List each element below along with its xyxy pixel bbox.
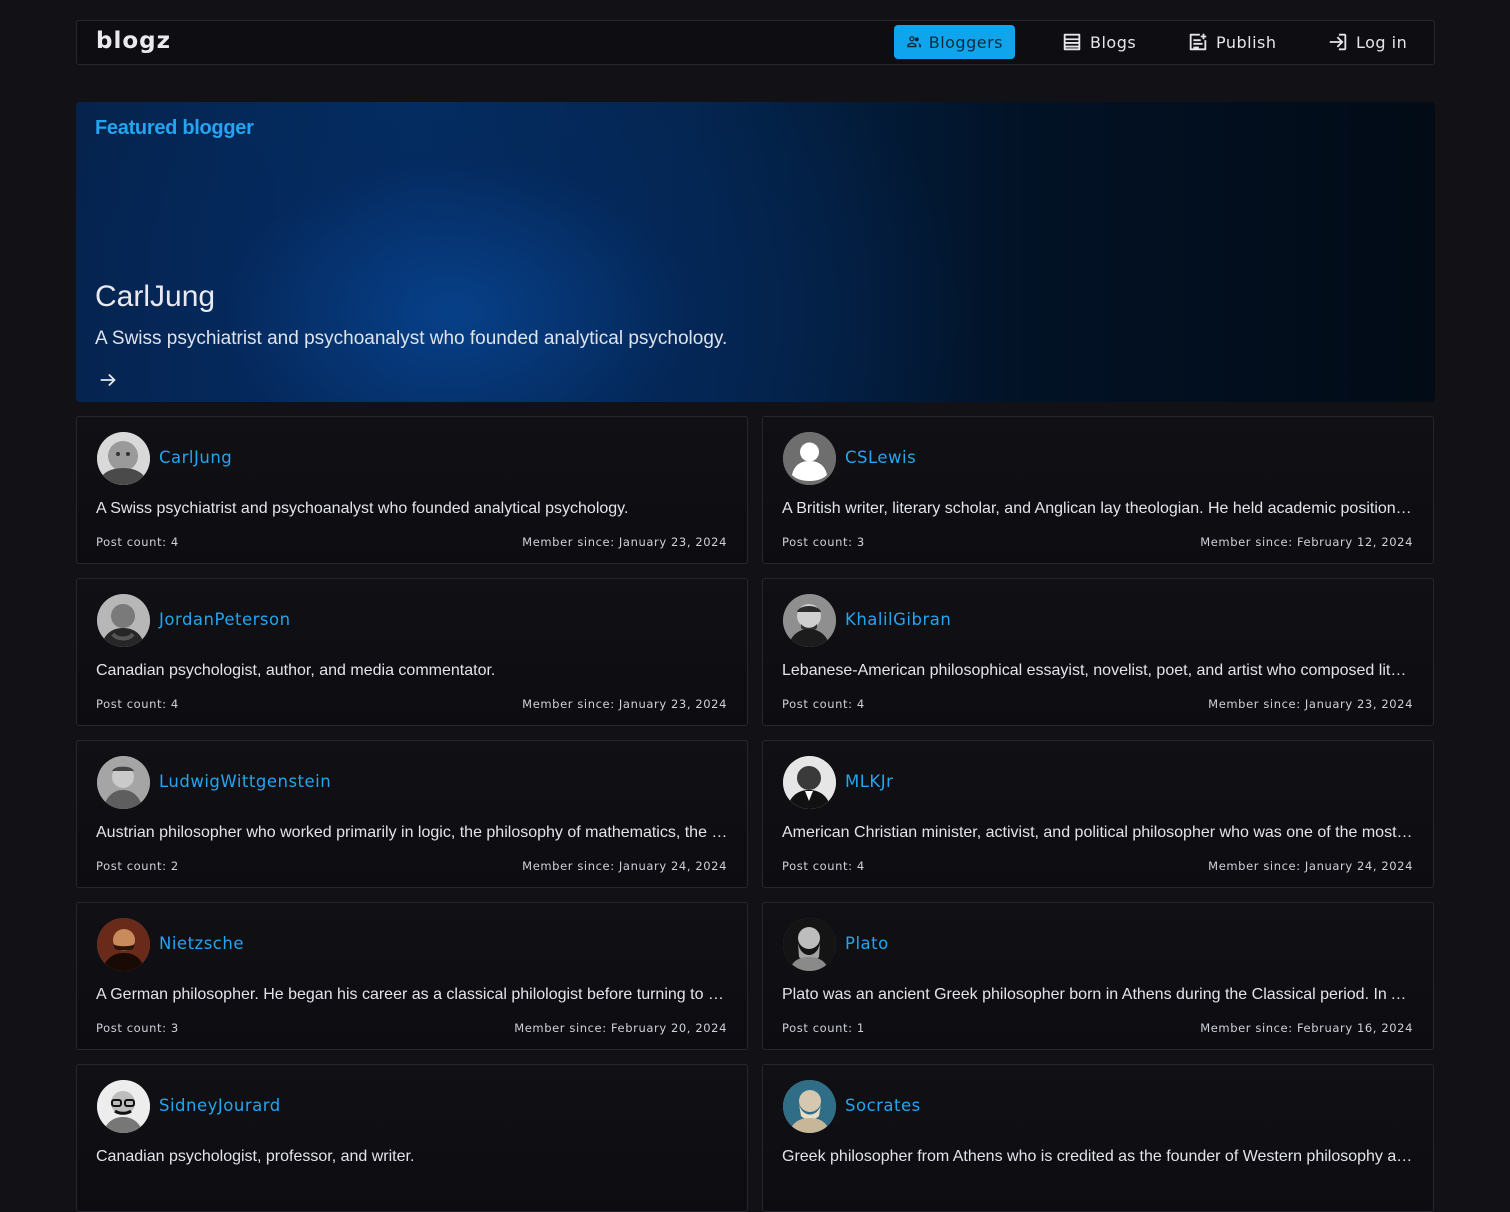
post-count: Post count: 3 [96, 1021, 179, 1035]
blogger-card[interactable]: CSLewis A British writer, literary schola… [762, 416, 1434, 564]
blogger-description: Canadian psychologist, author, and media… [96, 662, 496, 679]
nav-publish[interactable]: Publish [1175, 25, 1289, 59]
blogger-description: Canadian psychologist, professor, and wr… [96, 1148, 415, 1165]
blogger-description: American Christian minister, activist, a… [782, 824, 1414, 841]
avatar[interactable] [97, 918, 150, 971]
member-since: Member since: January 23, 2024 [522, 535, 727, 549]
avatar[interactable] [783, 918, 836, 971]
navbar: blogz Bloggers Blogs Publish Log in [76, 20, 1435, 65]
post-count: Post count: 3 [782, 535, 865, 549]
blogger-card[interactable]: Plato Plato was an ancient Greek philosop… [762, 902, 1434, 1050]
featured-label: Featured blogger [95, 117, 254, 139]
blogger-name[interactable]: SidneyJourard [159, 1096, 281, 1115]
blogger-card[interactable]: SidneyJourard Canadian psychologist, prof… [76, 1064, 748, 1212]
blogger-meta: Post count: 4 Member since: January 23, 2… [96, 535, 727, 549]
member-since: Member since: February 20, 2024 [514, 1021, 727, 1035]
member-since: Member since: January 23, 2024 [1208, 697, 1413, 711]
blogger-meta: Post count: 1 Member since: February 16, … [782, 1021, 1413, 1035]
blogger-name[interactable]: JordanPeterson [159, 610, 291, 629]
blogger-description: Greek philosopher from Athens who is cre… [782, 1148, 1414, 1165]
blogger-meta: Post count: 4 Member since: January 24, 2… [782, 859, 1413, 873]
users-icon [907, 36, 922, 48]
nav-bloggers-label: Bloggers [928, 32, 1003, 52]
blogger-name[interactable]: CSLewis [845, 448, 916, 467]
blogger-card[interactable]: Nietzsche A German philosopher. He began … [76, 902, 748, 1050]
blogger-description: A Swiss psychiatrist and psychoanalyst w… [96, 500, 629, 517]
nav-blogs-label: Blogs [1090, 32, 1137, 52]
blogger-name[interactable]: MLKJr [845, 772, 893, 791]
post-count: Post count: 2 [96, 859, 179, 873]
member-since: Member since: January 23, 2024 [522, 697, 727, 711]
blogger-name[interactable]: Socrates [845, 1096, 921, 1115]
blogger-description: Austrian philosopher who worked primaril… [96, 824, 728, 841]
blogger-description: A British writer, literary scholar, and … [782, 500, 1414, 517]
avatar[interactable] [97, 1080, 150, 1133]
nav-login[interactable]: Log in [1315, 25, 1419, 59]
blogger-meta: Post count: 3 Member since: February 20, … [96, 1021, 727, 1035]
avatar[interactable] [97, 756, 150, 809]
blogger-name[interactable]: Plato [845, 934, 889, 953]
avatar[interactable] [783, 594, 836, 647]
featured-description: A Swiss psychiatrist and psychoanalyst w… [95, 328, 728, 349]
blogger-card[interactable]: MLKJr American Christian minister, activi… [762, 740, 1434, 888]
nav-publish-label: Publish [1216, 32, 1277, 52]
blogger-name[interactable]: LudwigWittgenstein [159, 772, 331, 791]
nav-bloggers[interactable]: Bloggers [894, 25, 1015, 59]
blogger-card[interactable]: LudwigWittgenstein Austrian philosopher w… [76, 740, 748, 888]
blogger-name[interactable]: Nietzsche [159, 934, 244, 953]
nav-login-label: Log in [1356, 32, 1408, 52]
post-count: Post count: 4 [96, 697, 179, 711]
post-count: Post count: 4 [782, 697, 865, 711]
blogger-card[interactable]: KhalilGibran Lebanese-American philosophi… [762, 578, 1434, 726]
brand-logo[interactable]: blogz [96, 28, 171, 54]
post-count: Post count: 4 [782, 859, 865, 873]
blogger-meta: Post count: 3 Member since: February 12, … [782, 535, 1413, 549]
member-since: Member since: February 16, 2024 [1200, 1021, 1413, 1035]
blogger-card[interactable]: JordanPeterson Canadian psychologist, aut… [76, 578, 748, 726]
post-count: Post count: 4 [96, 535, 179, 549]
blogger-meta: Post count: 2 Member since: January 24, 2… [96, 859, 727, 873]
login-icon [1329, 33, 1347, 51]
blogger-description: A German philosopher. He began his caree… [96, 986, 728, 1003]
blogger-description: Lebanese-American philosophical essayist… [782, 662, 1414, 679]
blog-list-icon [1063, 33, 1081, 51]
nav-blogs[interactable]: Blogs [1049, 25, 1148, 59]
avatar[interactable] [97, 594, 150, 647]
blogger-card[interactable]: Socrates Greek philosopher from Athens wh… [762, 1064, 1434, 1212]
blogger-name[interactable]: CarlJung [159, 448, 232, 467]
blogger-meta: Post count: 4 Member since: January 23, 2… [782, 697, 1413, 711]
avatar[interactable] [783, 756, 836, 809]
blogger-name[interactable]: KhalilGibran [845, 610, 951, 629]
avatar[interactable] [783, 432, 836, 485]
post-count: Post count: 1 [782, 1021, 865, 1035]
publish-icon [1189, 33, 1207, 51]
blogger-card[interactable]: CarlJung A Swiss psychiatrist and psychoa… [76, 416, 748, 564]
arrow-right-icon[interactable] [97, 369, 119, 391]
blogger-meta: Post count: 4 Member since: January 23, 2… [96, 697, 727, 711]
featured-name: CarlJung [95, 280, 216, 313]
blogger-description: Plato was an ancient Greek philosopher b… [782, 986, 1414, 1003]
avatar[interactable] [97, 432, 150, 485]
avatar[interactable] [783, 1080, 836, 1133]
member-since: Member since: February 12, 2024 [1200, 535, 1413, 549]
member-since: Member since: January 24, 2024 [522, 859, 727, 873]
member-since: Member since: January 24, 2024 [1208, 859, 1413, 873]
featured-blogger-banner: Featured blogger CarlJung A Swiss psychi… [76, 102, 1435, 402]
